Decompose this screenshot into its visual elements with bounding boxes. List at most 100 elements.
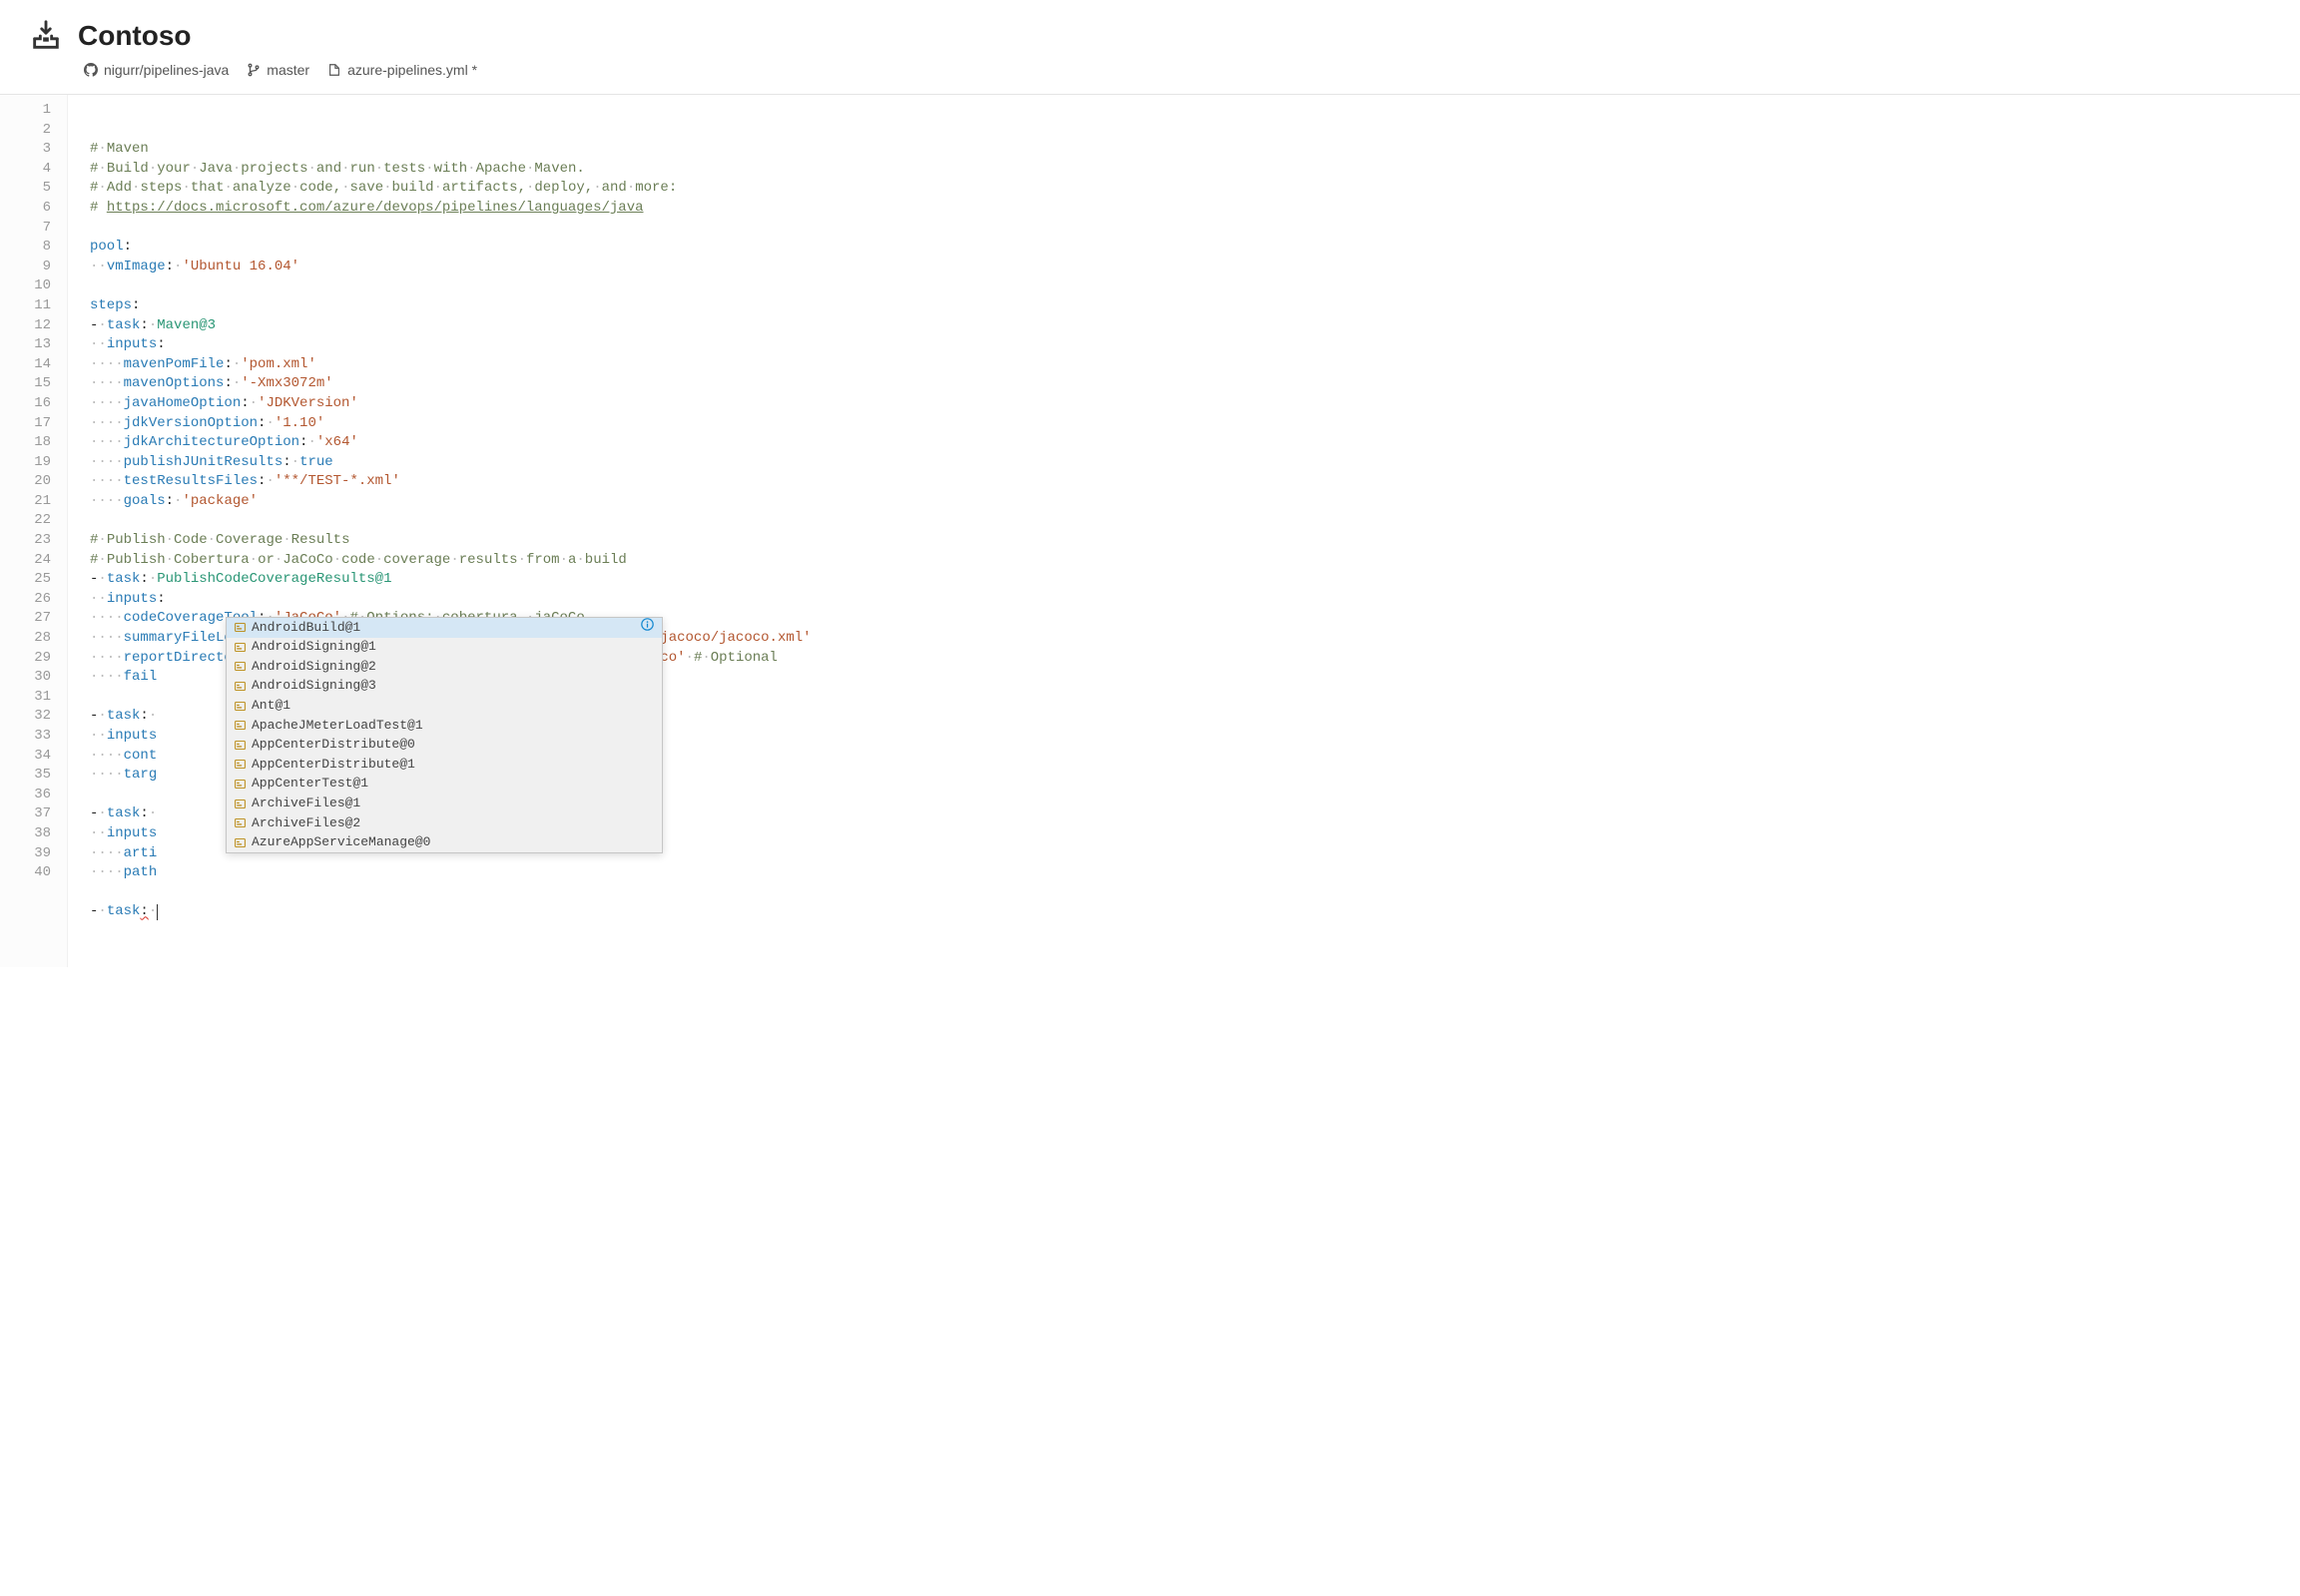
line-number: 3 (0, 140, 51, 160)
code-line[interactable]: # https://docs.microsoft.com/azure/devop… (90, 199, 2300, 219)
line-number: 23 (0, 531, 51, 551)
breadcrumb-repo[interactable]: nigurr/pipelines-java (84, 62, 229, 78)
autocomplete-item[interactable]: AppCenterDistribute@1 (227, 755, 662, 775)
line-number: 33 (0, 727, 51, 747)
snippet-icon (233, 758, 247, 772)
autocomplete-item[interactable]: AppCenterTest@1 (227, 775, 662, 795)
line-number: 7 (0, 219, 51, 239)
line-number: 24 (0, 551, 51, 571)
autocomplete-item[interactable]: AppCenterDistribute@0 (227, 736, 662, 756)
code-line[interactable]: ····jdkVersionOption:·'1.10' (90, 414, 2300, 434)
line-number: 2 (0, 121, 51, 141)
branch-icon (247, 63, 261, 77)
line-number: 28 (0, 629, 51, 649)
code-line[interactable]: ····mavenOptions:·'-Xmx3072m' (90, 374, 2300, 394)
autocomplete-label: AzureAppServiceManage@0 (252, 833, 430, 851)
autocomplete-label: AndroidBuild@1 (252, 619, 360, 637)
autocomplete-label: ApacheJMeterLoadTest@1 (252, 717, 423, 735)
code-line[interactable]: -·task:· (90, 902, 2300, 922)
line-number: 27 (0, 609, 51, 629)
code-line[interactable]: ··inputs: (90, 590, 2300, 610)
breadcrumb-file-label: azure-pipelines.yml * (347, 62, 477, 78)
code-line[interactable]: #·Publish·Code·Coverage·Results (90, 531, 2300, 551)
github-icon (84, 63, 98, 77)
file-icon (327, 63, 341, 77)
code-line[interactable]: -·task:·Maven@3 (90, 316, 2300, 336)
code-line[interactable]: ····goals:·'package' (90, 492, 2300, 512)
line-number: 9 (0, 258, 51, 277)
snippet-icon (233, 660, 247, 674)
autocomplete-label: ArchiveFiles@2 (252, 814, 360, 832)
line-number: 13 (0, 335, 51, 355)
autocomplete-item[interactable]: ApacheJMeterLoadTest@1 (227, 716, 662, 736)
autocomplete-item[interactable]: ArchiveFiles@2 (227, 813, 662, 833)
autocomplete-label: AppCenterDistribute@1 (252, 756, 415, 774)
code-line[interactable] (90, 511, 2300, 531)
line-number: 25 (0, 570, 51, 590)
snippet-icon (233, 621, 247, 635)
code-line[interactable]: #·Build·your·Java·projects·and·run·tests… (90, 160, 2300, 180)
autocomplete-label: AppCenterTest@1 (252, 775, 368, 793)
line-number: 4 (0, 160, 51, 180)
line-number: 30 (0, 668, 51, 688)
line-number: 14 (0, 355, 51, 375)
line-number: 35 (0, 766, 51, 786)
breadcrumb: nigurr/pipelines-java master azure-pipel… (0, 54, 2300, 94)
snippet-icon (233, 778, 247, 792)
code-editor[interactable]: 1234567891011121314151617181920212223242… (0, 94, 2300, 967)
code-line[interactable]: ····publishJUnitResults:·true (90, 453, 2300, 473)
line-number: 36 (0, 786, 51, 805)
code-line[interactable]: #·Maven (90, 140, 2300, 160)
autocomplete-item[interactable]: AndroidSigning@3 (227, 677, 662, 697)
snippet-icon (233, 680, 247, 694)
line-number: 11 (0, 296, 51, 316)
line-number: 5 (0, 179, 51, 199)
code-line[interactable] (90, 276, 2300, 296)
autocomplete-label: AppCenterDistribute@0 (252, 736, 415, 754)
breadcrumb-branch[interactable]: master (247, 62, 309, 78)
code-line[interactable]: -·task:·PublishCodeCoverageResults@1 (90, 570, 2300, 590)
code-line[interactable] (90, 883, 2300, 903)
line-number: 32 (0, 707, 51, 727)
line-number: 19 (0, 453, 51, 473)
line-number: 17 (0, 414, 51, 434)
code-area[interactable]: #·Maven#·Build·your·Java·projects·and·ru… (68, 95, 2300, 967)
autocomplete-item[interactable]: AndroidSigning@1 (227, 638, 662, 658)
snippet-icon (233, 719, 247, 733)
code-line[interactable] (90, 219, 2300, 239)
autocomplete-label: Ant@1 (252, 697, 290, 715)
code-line[interactable]: ····jdkArchitectureOption:·'x64' (90, 433, 2300, 453)
breadcrumb-file[interactable]: azure-pipelines.yml * (327, 62, 477, 78)
line-number: 22 (0, 511, 51, 531)
autocomplete-item[interactable]: AndroidBuild@1 (227, 618, 662, 638)
line-number-gutter: 1234567891011121314151617181920212223242… (0, 95, 68, 967)
code-line[interactable]: ····mavenPomFile:·'pom.xml' (90, 355, 2300, 375)
code-line[interactable]: ····path (90, 863, 2300, 883)
autocomplete-item[interactable]: ArchiveFiles@1 (227, 794, 662, 813)
snippet-icon (233, 640, 247, 654)
header: Contoso (0, 0, 2300, 54)
info-icon[interactable] (641, 618, 654, 637)
code-line[interactable]: steps: (90, 296, 2300, 316)
code-line[interactable]: ····testResultsFiles:·'**/TEST-*.xml' (90, 472, 2300, 492)
autocomplete-popup[interactable]: AndroidBuild@1AndroidSigning@1AndroidSig… (226, 617, 663, 853)
autocomplete-item[interactable]: AndroidSigning@2 (227, 657, 662, 677)
snippet-icon (233, 738, 247, 752)
breadcrumb-repo-label: nigurr/pipelines-java (104, 62, 229, 78)
code-line[interactable]: ····javaHomeOption:·'JDKVersion' (90, 394, 2300, 414)
line-number: 29 (0, 649, 51, 669)
line-number: 8 (0, 238, 51, 258)
code-line[interactable]: ··inputs: (90, 335, 2300, 355)
app-logo-icon (28, 18, 64, 54)
code-line[interactable]: #·Publish·Cobertura·or·JaCoCo·code·cover… (90, 551, 2300, 571)
autocomplete-label: AndroidSigning@2 (252, 658, 376, 676)
autocomplete-item[interactable]: AzureAppServiceManage@0 (227, 833, 662, 853)
autocomplete-item[interactable]: Ant@1 (227, 696, 662, 716)
line-number: 1 (0, 101, 51, 121)
code-line[interactable]: ··vmImage:·'Ubuntu 16.04' (90, 258, 2300, 277)
code-line[interactable]: #·Add·steps·that·analyze·code,·save·buil… (90, 179, 2300, 199)
code-line[interactable]: pool: (90, 238, 2300, 258)
snippet-icon (233, 797, 247, 810)
line-number: 10 (0, 276, 51, 296)
line-number: 31 (0, 688, 51, 708)
